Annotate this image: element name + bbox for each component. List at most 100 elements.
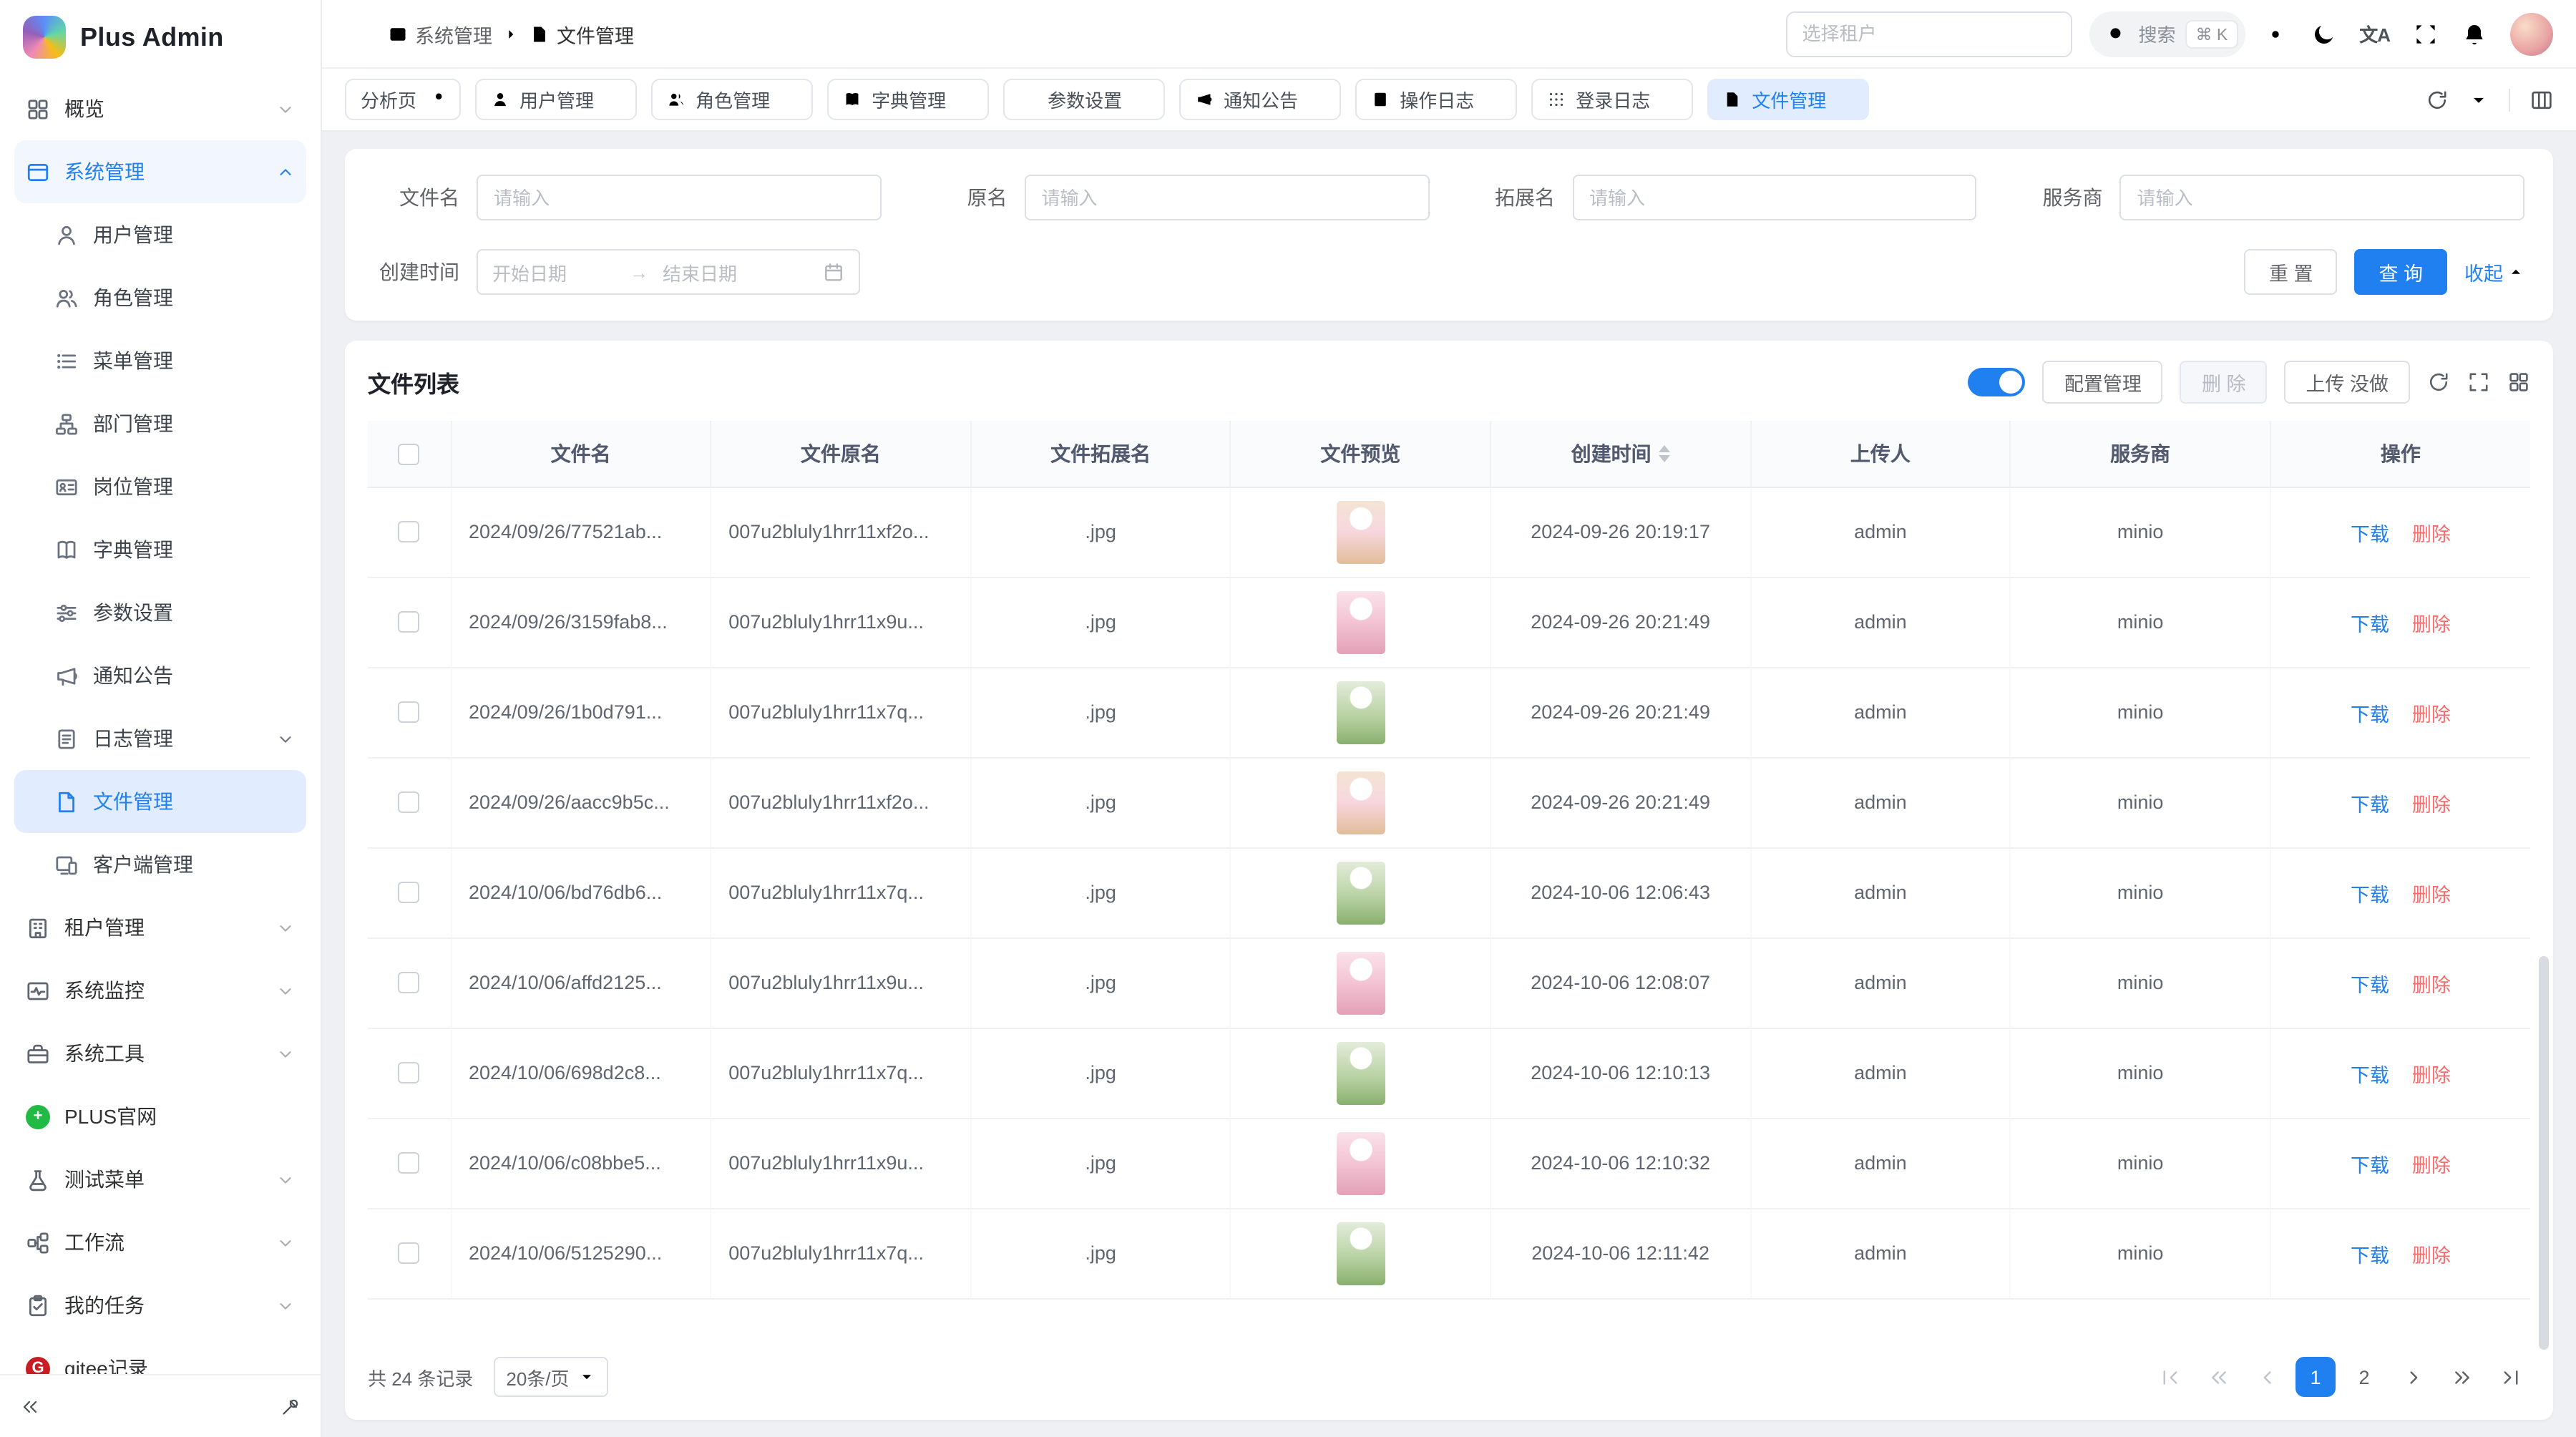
origin-name-input[interactable]: [1025, 175, 1430, 220]
file-thumbnail[interactable]: [1336, 1222, 1385, 1285]
row-checkbox[interactable]: [399, 1063, 420, 1084]
row-checkbox[interactable]: [399, 882, 420, 904]
prev-page-button[interactable]: [2247, 1357, 2287, 1397]
close-icon[interactable]: [1132, 91, 1149, 108]
download-link[interactable]: 下载: [2351, 1239, 2389, 1267]
close-icon[interactable]: [1484, 91, 1501, 108]
tab-user[interactable]: 用户管理: [475, 79, 637, 120]
sidebar-item-role[interactable]: 角色管理: [14, 266, 306, 329]
sidebar-item-monitor[interactable]: 系统监控: [14, 959, 306, 1022]
tab-param[interactable]: 参数设置: [1003, 79, 1165, 120]
tab-file[interactable]: 文件管理: [1707, 79, 1869, 120]
delete-button[interactable]: 删 除: [2180, 361, 2268, 404]
close-icon[interactable]: [1660, 91, 1677, 108]
sidebar-item-dept[interactable]: 部门管理: [14, 392, 306, 455]
first-page-button[interactable]: [2150, 1357, 2190, 1397]
sidebar-item-gitee[interactable]: G gitee记录: [14, 1337, 306, 1374]
sidebar-item-plus-site[interactable]: + PLUS官网: [14, 1085, 306, 1148]
delete-link[interactable]: 删除: [2412, 878, 2451, 907]
file-thumbnail[interactable]: [1336, 590, 1385, 653]
last-page-button[interactable]: [2490, 1357, 2530, 1397]
tab-oper-log[interactable]: 操作日志: [1355, 79, 1517, 120]
breadcrumb-root[interactable]: 系统管理: [388, 19, 492, 48]
sidebar-item-menu[interactable]: 菜单管理: [14, 329, 306, 392]
row-checkbox[interactable]: [399, 702, 420, 724]
upload-button[interactable]: 上传 没做: [2284, 361, 2410, 404]
table-switch-toggle[interactable]: [1968, 368, 2026, 396]
sidebar-item-post[interactable]: 岗位管理: [14, 455, 306, 518]
notifications-button[interactable]: [2462, 21, 2487, 47]
sidebar-item-tasks[interactable]: 我的任务: [14, 1274, 306, 1337]
file-thumbnail[interactable]: [1336, 771, 1385, 834]
sidebar-item-dict[interactable]: 字典管理: [14, 518, 306, 581]
row-checkbox[interactable]: [399, 1243, 420, 1265]
row-checkbox[interactable]: [399, 522, 420, 543]
sidebar-item-tenant[interactable]: 租户管理: [14, 896, 306, 959]
extension-input[interactable]: [1572, 175, 1977, 220]
sidebar-item-tools[interactable]: 系统工具: [14, 1022, 306, 1085]
tab-actions-dropdown[interactable]: [2469, 89, 2489, 109]
download-link[interactable]: 下载: [2351, 878, 2389, 907]
filename-input[interactable]: [477, 175, 882, 220]
vendor-input[interactable]: [2120, 175, 2525, 220]
close-icon[interactable]: [1836, 91, 1853, 108]
row-checkbox[interactable]: [399, 792, 420, 814]
sidebar-item-client[interactable]: 客户端管理: [14, 833, 306, 896]
row-checkbox[interactable]: [399, 612, 420, 633]
download-link[interactable]: 下载: [2351, 1149, 2389, 1177]
row-checkbox[interactable]: [399, 1153, 420, 1174]
config-manage-button[interactable]: 配置管理: [2043, 361, 2163, 404]
sidebar-item-notice[interactable]: 通知公告: [14, 644, 306, 707]
sidebar-item-overview[interactable]: 概览: [14, 77, 306, 140]
jump-back-button[interactable]: [2198, 1357, 2238, 1397]
sidebar-item-log[interactable]: 日志管理: [14, 707, 306, 770]
reset-button[interactable]: 重 置: [2245, 249, 2338, 295]
tab-login-log[interactable]: 登录日志: [1531, 79, 1693, 120]
page-size-select[interactable]: 20条/页: [493, 1357, 608, 1397]
delete-link[interactable]: 删除: [2412, 698, 2451, 726]
file-thumbnail[interactable]: [1336, 1041, 1385, 1104]
file-thumbnail[interactable]: [1336, 861, 1385, 924]
sidebar-collapse-button[interactable]: [20, 1396, 40, 1416]
sidebar-item-system[interactable]: 系统管理: [14, 140, 306, 203]
sort-control[interactable]: [1659, 445, 1670, 462]
row-checkbox[interactable]: [399, 973, 420, 994]
sidebar-item-workflow[interactable]: 工作流: [14, 1211, 306, 1274]
close-icon[interactable]: [780, 91, 797, 108]
close-icon[interactable]: [1308, 91, 1325, 108]
tab-role[interactable]: 角色管理: [651, 79, 813, 120]
sidebar-pin-icon[interactable]: [280, 1396, 301, 1416]
download-link[interactable]: 下载: [2351, 968, 2389, 997]
tab-dict[interactable]: 字典管理: [827, 79, 989, 120]
jump-forward-button[interactable]: [2441, 1357, 2482, 1397]
tab-notice[interactable]: 通知公告: [1179, 79, 1341, 120]
file-thumbnail[interactable]: [1336, 681, 1385, 744]
download-link[interactable]: 下载: [2351, 608, 2389, 636]
page-1-button[interactable]: 1: [2296, 1357, 2336, 1397]
fullscreen-button[interactable]: [2413, 21, 2439, 47]
sidebar-item-file[interactable]: 文件管理: [14, 770, 306, 833]
download-link[interactable]: 下载: [2351, 788, 2389, 817]
sidebar-item-param[interactable]: 参数设置: [14, 581, 306, 644]
close-icon[interactable]: [956, 91, 973, 108]
refresh-tab-button[interactable]: [2426, 88, 2449, 111]
settings-button[interactable]: [2262, 21, 2288, 47]
translate-button[interactable]: 文A: [2359, 20, 2390, 47]
user-avatar[interactable]: [2510, 12, 2553, 55]
tab-analysis[interactable]: 分析页: [345, 79, 461, 120]
date-range-input[interactable]: 开始日期 → 结束日期: [477, 249, 860, 295]
refresh-table-button[interactable]: [2427, 371, 2450, 394]
select-all-checkbox[interactable]: [399, 444, 420, 465]
delete-link[interactable]: 删除: [2412, 1149, 2451, 1177]
menu-toggle-button[interactable]: [345, 21, 371, 47]
global-search-button[interactable]: 搜索 ⌘ K: [2089, 11, 2245, 57]
download-link[interactable]: 下载: [2351, 698, 2389, 726]
search-button[interactable]: 查 询: [2354, 249, 2447, 295]
delete-link[interactable]: 删除: [2412, 1058, 2451, 1087]
app-logo[interactable]: Plus Admin: [0, 0, 321, 74]
delete-link[interactable]: 删除: [2412, 608, 2451, 636]
dark-mode-button[interactable]: [2311, 21, 2336, 47]
collapse-filter-link[interactable]: 收起: [2464, 258, 2524, 286]
download-link[interactable]: 下载: [2351, 1058, 2389, 1087]
file-thumbnail[interactable]: [1336, 1131, 1385, 1194]
